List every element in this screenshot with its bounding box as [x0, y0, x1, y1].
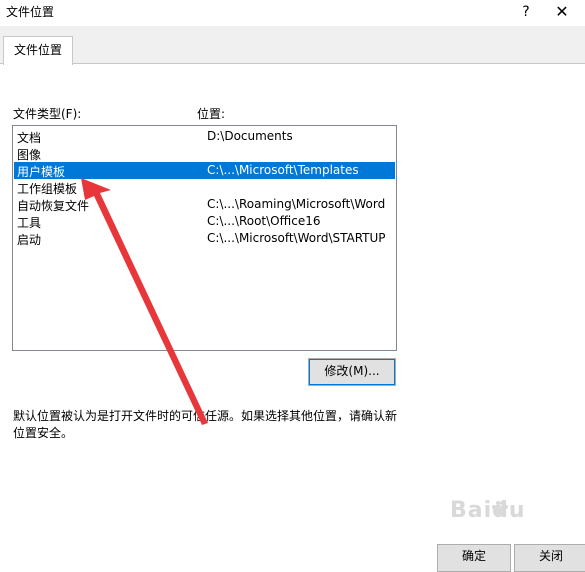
- list-row-autorecover[interactable]: 自动恢复文件 C:\...\Roaming\Microsoft\Word: [14, 196, 395, 213]
- list-row-documents[interactable]: 文档 D:\Documents: [14, 128, 395, 145]
- title-bar: 文件位置 ? ✕: [0, 0, 585, 26]
- row-location: C:\...\Roaming\Microsoft\Word: [207, 197, 386, 211]
- trust-note: 默认位置被认为是打开文件时的可信任源。如果选择其他位置，请确认新位置安全。: [13, 409, 398, 440]
- file-type-header: 文件类型(F):: [13, 107, 82, 121]
- close-button[interactable]: 关闭: [514, 544, 585, 572]
- modify-button[interactable]: 修改(M)...: [308, 358, 396, 386]
- row-type: 用户模板: [17, 165, 66, 179]
- row-type: 文档: [17, 131, 42, 145]
- file-locations-list[interactable]: 文档 D:\Documents 图像 用户模板 C:\...\Microsoft…: [12, 125, 397, 351]
- tab-strip: [0, 26, 585, 64]
- list-row-images[interactable]: 图像: [14, 145, 395, 162]
- row-type: 工作组模板: [17, 182, 78, 196]
- list-row-user-templates[interactable]: 用户模板 C:\...\Microsoft\Templates: [14, 162, 395, 179]
- paw-icon: [492, 501, 508, 516]
- list-row-startup[interactable]: 启动 C:\...\Microsoft\Word\STARTUP: [14, 230, 395, 247]
- row-location: C:\...\Root\Office16: [207, 214, 321, 228]
- row-location: C:\...\Microsoft\Word\STARTUP: [207, 231, 386, 245]
- row-type: 图像: [17, 148, 42, 162]
- row-type: 工具: [17, 216, 42, 230]
- row-type: 启动: [17, 233, 42, 247]
- close-icon[interactable]: ✕: [548, 1, 576, 23]
- row-location: D:\Documents: [207, 129, 293, 143]
- location-header: 位置:: [197, 107, 226, 121]
- list-row-workgroup-templates[interactable]: 工作组模板: [14, 179, 395, 196]
- watermark: Baidu: [450, 498, 526, 523]
- tab-file-locations[interactable]: 文件位置: [3, 36, 73, 65]
- row-location: C:\...\Microsoft\Templates: [207, 163, 359, 177]
- row-type: 自动恢复文件: [17, 199, 90, 213]
- watermark-text: Baidu: [450, 498, 526, 523]
- window-title: 文件位置: [6, 5, 55, 19]
- ok-button[interactable]: 确定: [437, 544, 511, 572]
- list-row-tools[interactable]: 工具 C:\...\Root\Office16: [14, 213, 395, 230]
- help-icon[interactable]: ?: [512, 1, 540, 23]
